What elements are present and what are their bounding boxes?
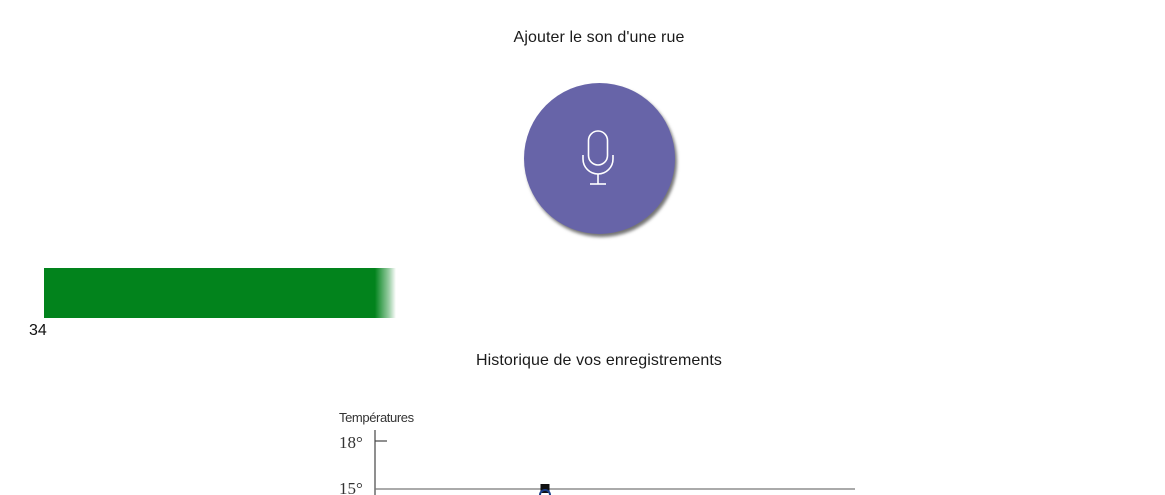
sound-level-value: 34 — [29, 322, 47, 339]
chart-y-tick-15: 15° — [339, 479, 363, 495]
sound-level-bar — [44, 268, 396, 318]
history-title: Historique de vos enregistrements — [475, 352, 723, 369]
history-chart-svg: Températures 18° 15° — [339, 410, 855, 495]
history-chart: Températures 18° 15° — [330, 400, 870, 495]
add-sound-title: Ajouter le son d'une rue — [513, 29, 685, 46]
page: Ajouter le son d'une rue 34 Historique d… — [0, 0, 1165, 495]
record-button[interactable] — [524, 83, 675, 234]
chart-y-axis-label: Températures — [339, 410, 415, 425]
microphone-icon — [582, 130, 614, 185]
sound-level-fill — [44, 268, 396, 318]
chart-y-tick-18: 18° — [339, 433, 363, 452]
